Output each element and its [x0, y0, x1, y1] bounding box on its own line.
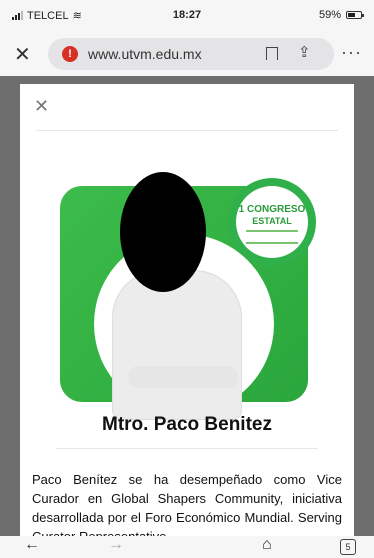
battery-info: 59%	[318, 9, 364, 21]
home-icon[interactable]: ⌂	[262, 536, 272, 554]
back-arrow-icon[interactable]: ←	[24, 536, 40, 554]
clock: 18:27	[172, 9, 202, 21]
divider	[36, 130, 338, 131]
badge-line2: ESTATAL	[252, 216, 292, 226]
close-icon[interactable]: ✕	[14, 42, 31, 67]
divider	[56, 448, 318, 449]
status-bar: TELCEL ≋ 18:27 59%	[0, 0, 374, 32]
bookmark-icon[interactable]	[266, 47, 278, 60]
person-shirt	[112, 270, 242, 420]
battery-percent: 59%	[318, 9, 341, 21]
warning-icon[interactable]: !	[62, 46, 78, 62]
congress-logo: 1 CONGRESO ESTATAL	[236, 186, 308, 258]
redacted-face	[120, 172, 206, 292]
badge-line1: 1 CONGRESO	[238, 204, 306, 215]
url-text[interactable]: www.utvm.edu.mx	[88, 46, 202, 62]
share-icon[interactable]: ⇪	[298, 43, 311, 61]
battery-icon	[346, 11, 364, 19]
speaker-name: Mtro. Paco Benitez	[102, 414, 272, 435]
forward-arrow-icon[interactable]: →	[108, 536, 124, 554]
browser-bottom-bar: ← → ⌂ 5	[0, 536, 374, 558]
modal-close-icon[interactable]: ✕	[34, 96, 49, 117]
congress-badge: 1 CONGRESO ESTATAL	[228, 178, 316, 266]
person-arms	[128, 366, 238, 388]
speaker-bio: Paco Benítez se ha desempeñado como Vice…	[32, 472, 342, 544]
speaker-modal: ✕ 1 CONGRESO ESTATAL Mtro. Paco Benitez …	[20, 84, 354, 558]
badge-stripes	[246, 230, 298, 244]
tabs-button[interactable]: 5	[340, 539, 356, 555]
more-options-icon[interactable]: ···	[341, 42, 362, 63]
address-bar[interactable]: ! www.utvm.edu.mx ⇪	[48, 38, 334, 70]
browser-toolbar: ✕ ! www.utvm.edu.mx ⇪ ···	[0, 32, 374, 76]
